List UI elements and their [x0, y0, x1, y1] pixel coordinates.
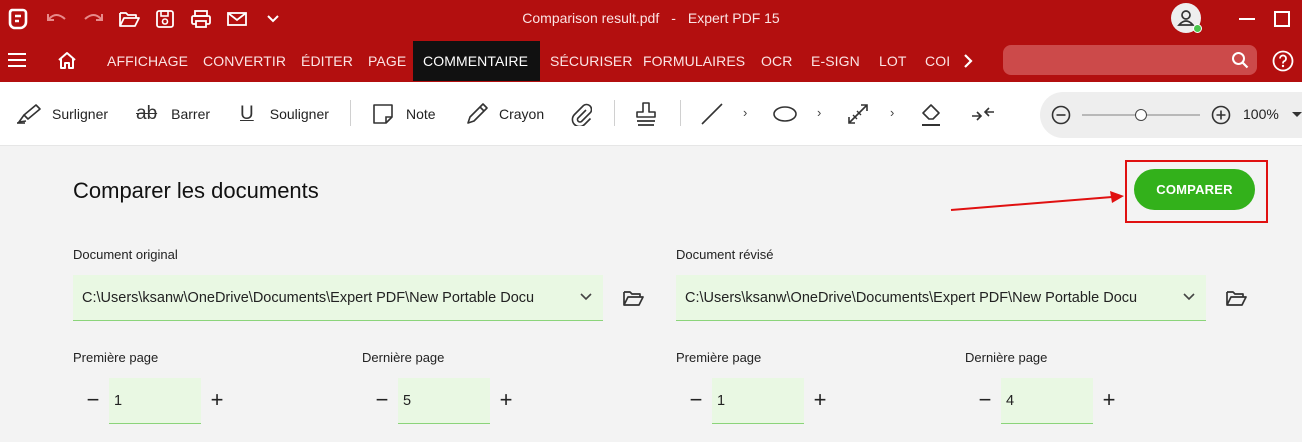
revised-document-path: C:\Users\ksanw\OneDrive\Documents\Expert… [685, 289, 1138, 306]
revised-first-page-input[interactable]: 1 [712, 378, 804, 424]
original-document-select[interactable]: C:\Users\ksanw\OneDrive\Documents\Expert… [73, 275, 603, 321]
underline-button[interactable]: U Souligner [240, 82, 329, 146]
original-last-page-label: Dernière page [362, 350, 445, 365]
chevron-right-icon[interactable]: › [817, 105, 821, 120]
stamp-button[interactable] [634, 82, 658, 146]
original-document-path: C:\Users\ksanw\OneDrive\Documents\Expert… [82, 289, 535, 306]
plus-icon[interactable]: + [207, 389, 227, 411]
toolbar-divider [680, 100, 681, 126]
home-icon[interactable] [56, 38, 78, 82]
revised-last-page-input[interactable]: 4 [1001, 378, 1093, 424]
original-last-page-input[interactable]: 5 [398, 378, 490, 424]
plus-icon[interactable]: + [1099, 389, 1119, 411]
search-icon[interactable] [1229, 42, 1251, 78]
tab-ocr[interactable]: OCR [761, 41, 792, 81]
chevron-down-icon[interactable] [578, 287, 594, 307]
minus-icon[interactable]: − [686, 389, 706, 411]
tab-editer[interactable]: ÉDITER [301, 41, 353, 81]
chevron-down-icon[interactable] [1181, 287, 1197, 307]
strikethrough-icon: ab [136, 103, 158, 124]
pencil-label: Crayon [499, 106, 545, 122]
line-button[interactable] [700, 82, 724, 146]
tab-e-sign[interactable]: E-SIGN [811, 41, 860, 81]
strike-label: Barrer [171, 106, 211, 122]
online-status-icon [1193, 24, 1202, 33]
revised-document-label: Document révisé [676, 247, 774, 262]
ellipse-button[interactable] [772, 82, 798, 146]
original-first-page-label: Première page [73, 350, 159, 365]
title-bar: Comparison result.pdf - Expert PDF 15 [0, 0, 1302, 38]
tab-affichage[interactable]: AFFICHAGE [107, 41, 188, 81]
zoom-in-icon[interactable] [1210, 100, 1232, 130]
help-icon[interactable] [1271, 42, 1295, 80]
browse-folder-icon[interactable] [621, 287, 645, 309]
minimize-icon[interactable] [1236, 0, 1258, 38]
underline-label: Souligner [269, 106, 329, 122]
minus-icon[interactable]: − [83, 389, 103, 411]
page-title: Comparer les documents [73, 178, 319, 203]
tab-page[interactable]: PAGE [368, 41, 406, 81]
window-title: Comparison result.pdf - Expert PDF 15 [0, 0, 1302, 36]
tab-lot[interactable]: LOT [879, 41, 907, 81]
search-input[interactable] [1003, 45, 1257, 75]
attach-button[interactable] [570, 82, 592, 146]
zoom-level[interactable]: 100% [1243, 106, 1279, 122]
revised-last-page-label: Dernière page [965, 350, 1048, 365]
toolbar-divider [350, 100, 351, 126]
zoom-slider-handle[interactable] [1135, 109, 1147, 121]
underline-icon: U [240, 103, 254, 124]
compare-button[interactable]: COMPARER [1134, 169, 1255, 210]
revised-document-select[interactable]: C:\Users\ksanw\OneDrive\Documents\Expert… [676, 275, 1206, 321]
minus-icon[interactable]: − [372, 389, 392, 411]
chevron-right-icon[interactable]: › [890, 105, 894, 120]
eraser-button[interactable] [919, 82, 943, 146]
app-name: Expert PDF 15 [687, 10, 780, 26]
file-name: Comparison result.pdf [522, 10, 660, 26]
note-icon [373, 104, 393, 124]
plus-icon[interactable]: + [810, 389, 830, 411]
highlight-button[interactable]: Surligner [16, 82, 108, 146]
tab-commentaire[interactable]: COMMENTAIRE [413, 41, 540, 81]
eraser-icon [922, 104, 940, 126]
hamburger-menu-icon[interactable] [6, 38, 28, 82]
revised-first-page-label: Première page [676, 350, 762, 365]
chevron-right-icon[interactable] [958, 41, 978, 81]
original-document-label: Document original [73, 247, 178, 262]
collapse-button[interactable] [970, 82, 996, 146]
original-first-page-input[interactable]: 1 [109, 378, 201, 424]
tab-formulaires[interactable]: FORMULAIRES [643, 41, 745, 81]
toolbar-divider [614, 100, 615, 126]
zoom-dropdown-icon[interactable] [1291, 106, 1302, 124]
collapse-arrows-icon [972, 107, 994, 121]
tab-coi[interactable]: COI [925, 41, 949, 81]
pencil-icon [467, 103, 488, 124]
dimension-icon [848, 104, 868, 124]
paperclip-icon [571, 103, 592, 126]
pencil-button[interactable]: Crayon [465, 82, 544, 146]
browse-folder-icon[interactable] [1224, 287, 1248, 309]
highlighter-icon [17, 104, 41, 124]
plus-icon[interactable]: + [496, 389, 516, 411]
minus-icon[interactable]: − [975, 389, 995, 411]
tab-convertir[interactable]: CONVERTIR [203, 41, 286, 81]
note-label: Note [406, 106, 436, 122]
measure-button[interactable] [845, 82, 871, 146]
maximize-icon[interactable] [1271, 0, 1293, 38]
title-separator: - [671, 10, 676, 26]
stamp-icon [636, 102, 656, 126]
strike-button[interactable]: ab Barrer [136, 82, 210, 146]
highlight-label: Surligner [52, 106, 109, 122]
note-button[interactable]: Note [372, 82, 436, 146]
tab-securiser[interactable]: SÉCURISER [550, 41, 633, 81]
chevron-right-icon[interactable]: › [743, 105, 747, 120]
line-icon [701, 103, 723, 125]
zoom-out-icon[interactable] [1050, 100, 1072, 130]
ellipse-icon [773, 106, 797, 122]
